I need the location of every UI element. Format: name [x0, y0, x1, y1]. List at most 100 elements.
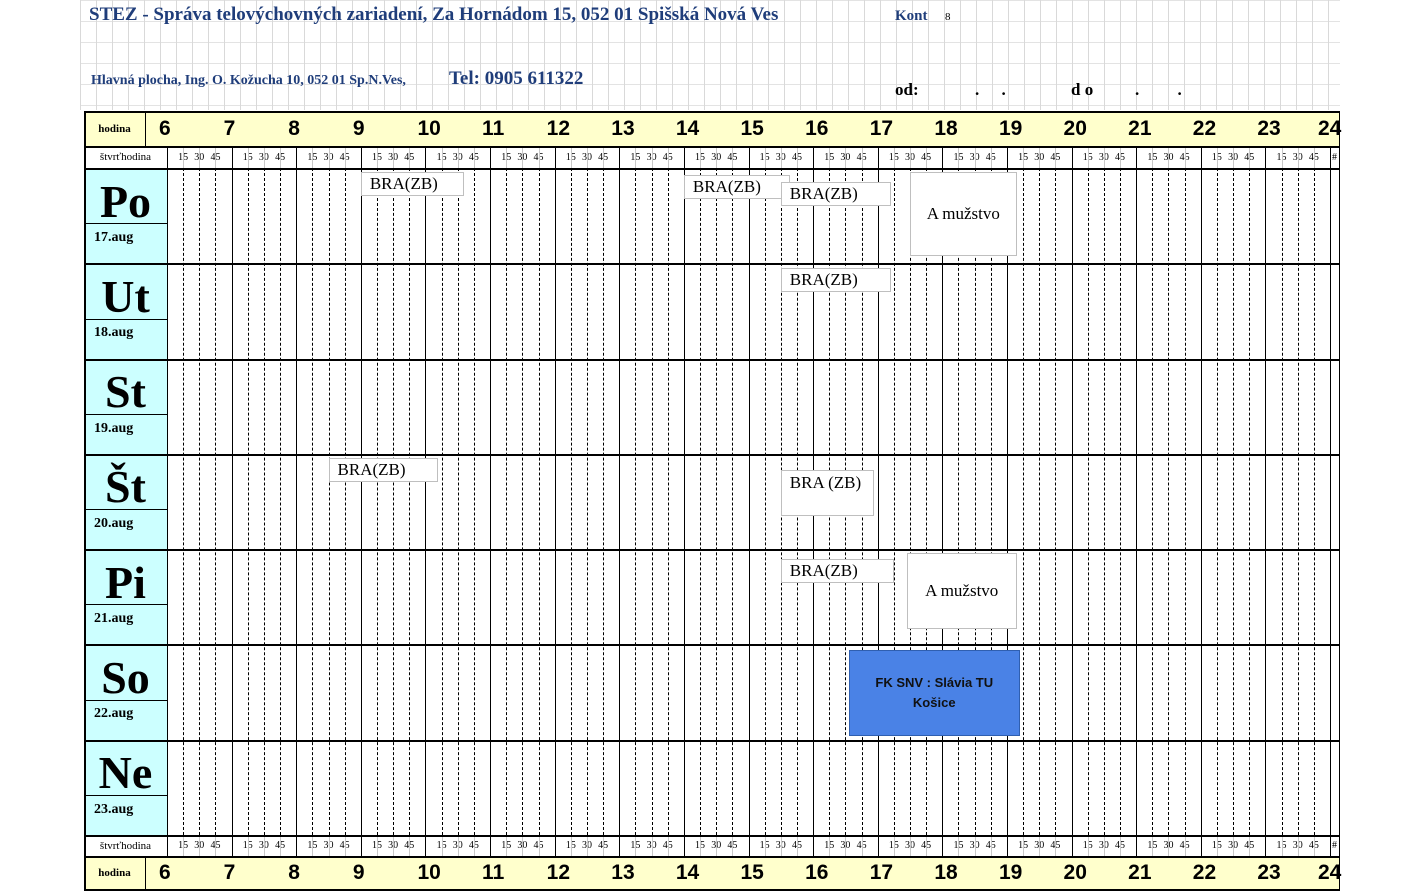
day-name-Št: Št: [105, 461, 146, 513]
quarter-tick: [571, 835, 572, 856]
quarter-line: [635, 168, 636, 835]
quarter-tick: [603, 146, 604, 168]
hour-line: [145, 856, 146, 889]
quarter-tick: [1023, 835, 1024, 856]
day-divider: [84, 509, 167, 511]
quarter-line: [345, 168, 346, 835]
quarter-tick: [845, 835, 846, 856]
quarter-line: [215, 168, 216, 835]
quarter-tick: [1120, 835, 1121, 856]
day-divider: [84, 223, 167, 225]
day-date-23.aug: 23.aug: [94, 801, 134, 817]
hour-line: [684, 146, 685, 856]
row-line: [84, 644, 1340, 646]
quarter-tick: [458, 146, 459, 168]
bottom-hour-hour-12: 12: [546, 860, 571, 884]
day-date-18.aug: 18.aug: [94, 325, 134, 341]
top-hour-hour-24: 24: [1318, 116, 1342, 140]
quarter-tick: [845, 146, 846, 168]
top-hour-hour-16: 16: [805, 116, 829, 140]
quarter-line: [1104, 168, 1105, 835]
quarter-tick: [539, 835, 540, 856]
row-line: [84, 454, 1340, 456]
hour-line: [1136, 146, 1137, 856]
top-hour-label: hodina: [98, 122, 131, 135]
quarter-tick: [458, 835, 459, 856]
quarter-tick: [345, 835, 346, 856]
top-hour-hour-10: 10: [417, 116, 441, 140]
quarter-tick: [1152, 146, 1153, 168]
quarter-tick: [1088, 146, 1089, 168]
quarter-tick: [199, 835, 200, 856]
top-hour-hour-6: 6: [159, 116, 171, 140]
quarter-tick: [215, 146, 216, 168]
quarter-tick: [1185, 146, 1186, 168]
quarter-tick: [280, 835, 281, 856]
booking-a-team: A mužstvo: [906, 553, 1017, 630]
quarter-tick: [894, 835, 895, 856]
day-divider: [84, 604, 167, 606]
top-hour-hour-8: 8: [288, 116, 300, 140]
quarter-line: [199, 168, 200, 835]
quarter-line: [312, 168, 313, 835]
quarter-tick: [1039, 835, 1040, 856]
bottom-hour-hour-13: 13: [611, 860, 635, 884]
quarter-tick: [1282, 835, 1283, 856]
quarter-tick: [1217, 146, 1218, 168]
booking-match: FK SNV : Slávia TU Košice: [848, 650, 1020, 736]
bottom-hour-hour-9: 9: [352, 860, 365, 884]
top-hour-hour-11: 11: [482, 116, 505, 140]
quarter-line: [700, 168, 701, 835]
quarter-tick: [781, 835, 782, 856]
quarter-tick: [1152, 835, 1153, 856]
top-quarter-q-last: #: [1332, 151, 1337, 163]
bottom-quarter-label: štvrťhodina: [99, 839, 152, 852]
hour-line: [232, 146, 233, 856]
quarter-tick: [732, 146, 733, 168]
outer-left-border: [84, 111, 86, 889]
quarter-tick: [716, 835, 717, 856]
day-name-So: So: [101, 651, 150, 703]
quarter-line: [1249, 168, 1250, 835]
bottom-hour-hour-17: 17: [869, 860, 894, 884]
row-line: [84, 111, 1340, 113]
quarter-line: [571, 168, 572, 835]
quarter-tick: [506, 835, 507, 856]
hour-line: [878, 146, 879, 856]
quarter-tick: [377, 146, 378, 168]
bottom-hour-hour-21: 21: [1128, 860, 1152, 884]
quarter-tick: [829, 835, 830, 856]
quarter-line: [393, 168, 394, 835]
row-line: [84, 856, 1340, 858]
top-hour-hour-12: 12: [546, 116, 571, 140]
top-hour-hour-9: 9: [352, 116, 365, 140]
quarter-line: [1039, 168, 1040, 835]
quarter-tick: [248, 146, 249, 168]
day-name-Ne: Ne: [98, 747, 153, 799]
quarter-line: [1314, 168, 1315, 835]
top-hour-hour-14: 14: [675, 116, 700, 140]
quarter-tick: [474, 146, 475, 168]
quarter-line: [1168, 168, 1169, 835]
quarter-line: [506, 168, 507, 835]
quarter-tick: [587, 146, 588, 168]
quarter-tick: [1314, 835, 1315, 856]
bottom-hour-hour-19: 19: [998, 860, 1023, 884]
row-line: [84, 359, 1340, 361]
hour-line: [1339, 111, 1340, 889]
quarter-line: [765, 168, 766, 835]
quarter-tick: [652, 835, 653, 856]
day-name-Ut: Ut: [101, 270, 150, 322]
top-hour-hour-7: 7: [223, 116, 236, 140]
quarter-tick: [635, 835, 636, 856]
quarter-tick: [910, 146, 911, 168]
quarter-tick: [781, 146, 782, 168]
quarter-tick: [1088, 835, 1089, 856]
top-hour-hour-21: 21: [1128, 116, 1152, 140]
bottom-hour-hour-10: 10: [417, 860, 441, 884]
bottom-hour-hour-6: 6: [159, 860, 171, 884]
day-date-22.aug: 22.aug: [94, 706, 134, 722]
quarter-tick: [248, 835, 249, 856]
quarter-line: [1185, 168, 1186, 835]
quarter-tick: [393, 146, 394, 168]
